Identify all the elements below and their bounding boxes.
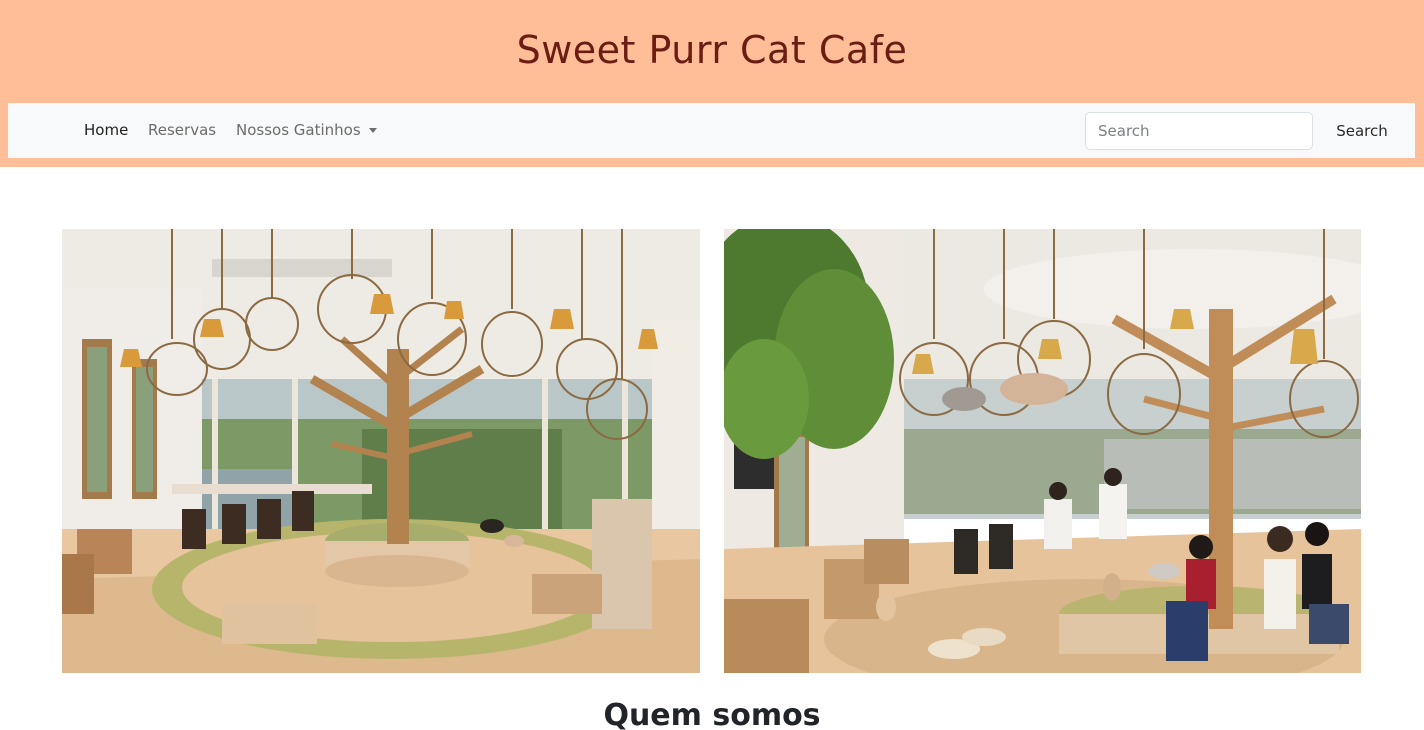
site-title: Sweet Purr Cat Cafe bbox=[516, 28, 908, 72]
about-heading: Quem somos bbox=[603, 698, 821, 730]
search-input[interactable] bbox=[1085, 112, 1313, 150]
nav-dropdown-gatinhos[interactable]: Nossos Gatinhos bbox=[236, 103, 377, 158]
caret-down-icon bbox=[368, 128, 377, 133]
nav-link-reservas[interactable]: Reservas bbox=[148, 103, 216, 158]
search-button[interactable]: Search bbox=[1326, 112, 1398, 150]
navbar: Home Reservas Nossos Gatinhos Search bbox=[8, 103, 1415, 158]
nav-dropdown-label: Nossos Gatinhos bbox=[236, 121, 361, 139]
site-header: Sweet Purr Cat Cafe Home Reservas Nossos… bbox=[0, 0, 1424, 167]
gallery-photo-cafe-visitors bbox=[724, 229, 1361, 673]
nav-link-home[interactable]: Home bbox=[84, 103, 128, 158]
gallery-photo-cafe-interior bbox=[62, 229, 700, 673]
